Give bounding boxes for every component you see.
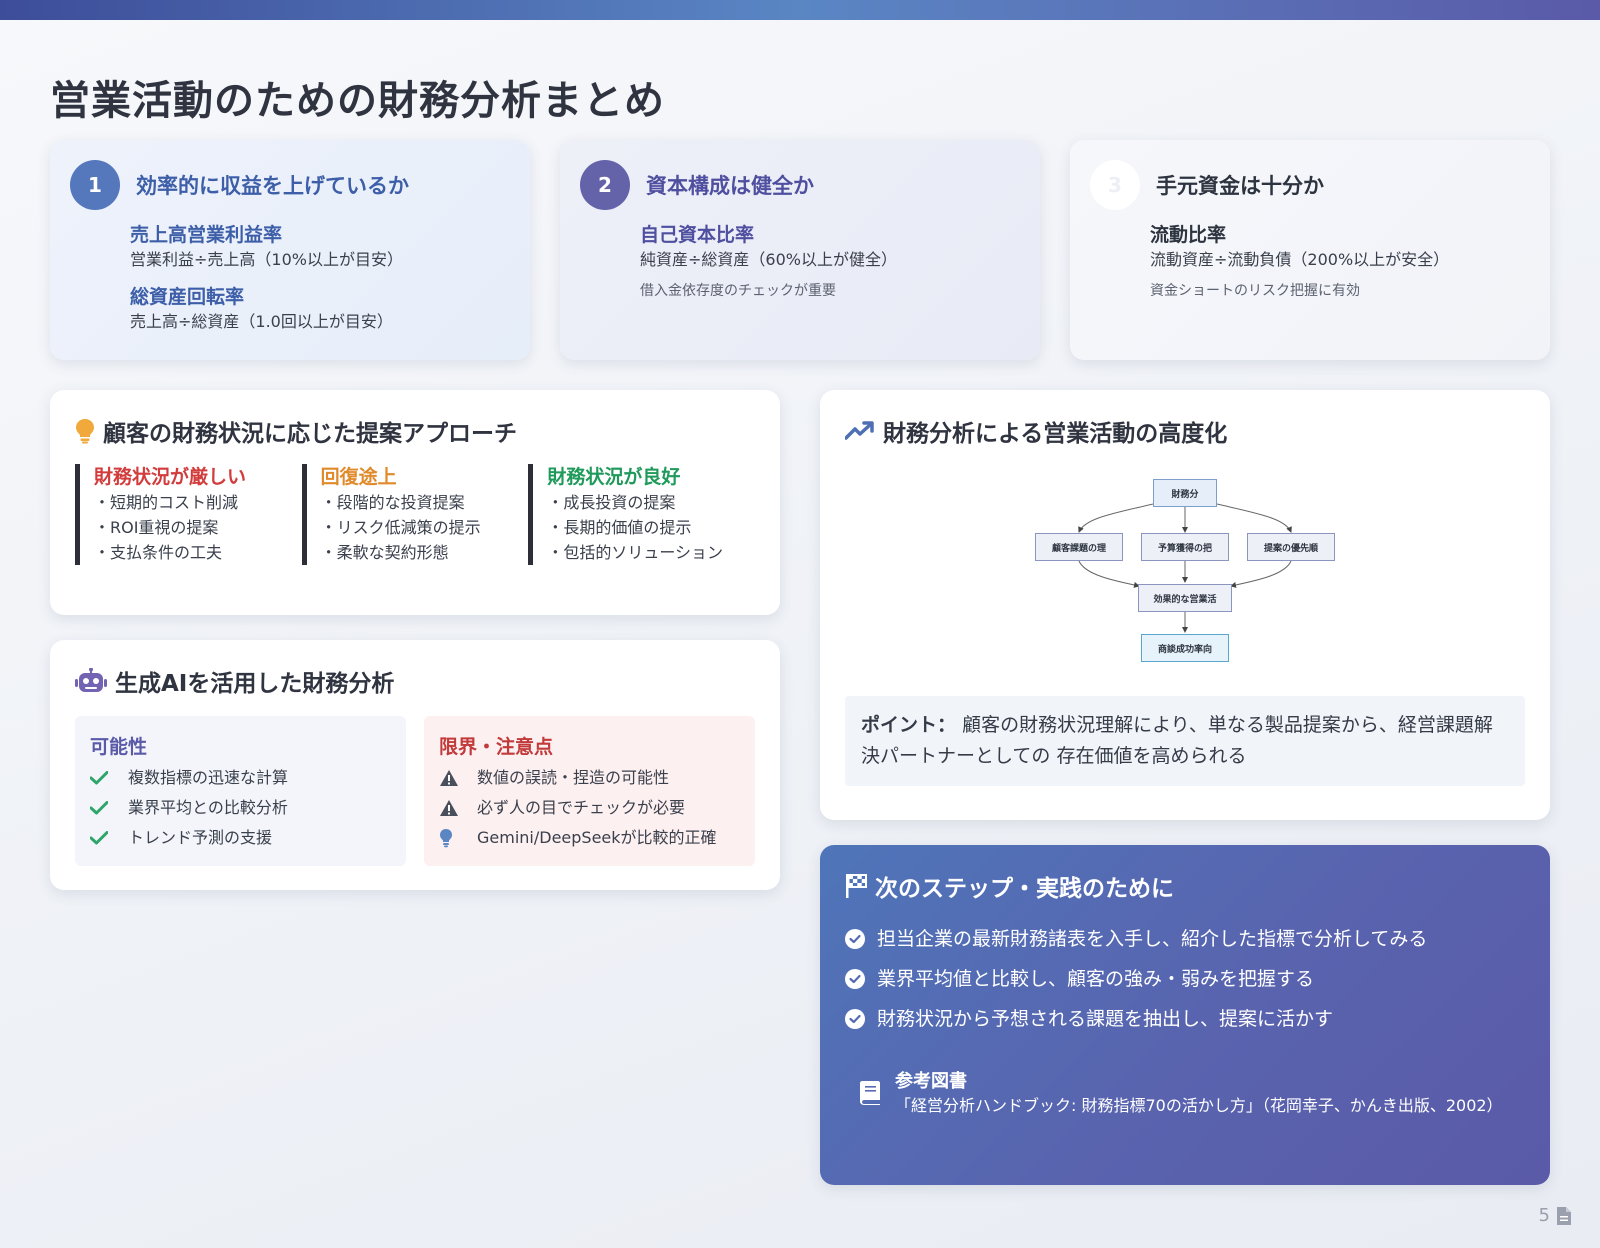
sales-enhancement-card: 財務分析による営業活動の高度化 財務分 顧客課題の理 予算獲得の把 提案の優先順… [820,390,1550,820]
metric-name: 流動比率 [1150,224,1227,246]
step-number-badge: 3 [1090,160,1140,210]
check-icon [90,831,128,845]
list-item: ・リスク低減策の提示 [320,518,481,537]
metric-note: 資金ショートのリスク把握に有効 [1150,283,1360,299]
list-item-label: 業界平均値と比較し、顧客の強み・弱みを把握する [877,968,1315,990]
flow-node-budget: 予算獲得の把 [1141,533,1229,561]
metric-name: 自己資本比率 [640,224,755,246]
metric-formula: 営業利益÷売上高（10%以上が目安） [130,250,403,269]
flow-node-financial-analysis: 財務分 [1153,479,1217,507]
summary-card-profitability: 1 効率的に収益を上げているか 売上高営業利益率 営業利益÷売上高（10%以上が… [50,140,530,360]
page-number: 5 [1539,1205,1572,1226]
book-icon [859,1080,881,1106]
list-item: ・支払条件の工夫 [94,543,223,562]
list-item-label: 数値の誤読・捏造の可能性 [477,768,670,787]
list-item-label: 業界平均との比較分析 [128,798,288,817]
step-number-badge: 2 [580,160,630,210]
check-icon [90,771,128,785]
list-item: ・短期的コスト削減 [94,493,239,512]
list-item: 必ず人の目でチェックが必要 [439,793,740,823]
list-item-label: Gemini/DeepSeekが比較的正確 [477,828,717,847]
list-item: ・ROI重視の提案 [94,518,219,537]
check-icon [90,801,128,815]
ai-possibilities-box: 可能性 複数指標の迅速な計算 業界平均との比較分析 トレンド予測の支援 [75,716,406,866]
generative-ai-card: 生成AIを活用した財務分析 可能性 複数指標の迅速な計算 業界平均との比較分析 … [50,640,780,890]
lightbulb-icon [439,828,477,848]
flag-icon [845,873,867,899]
flow-node-priority: 提案の優先順 [1247,533,1335,561]
summary-card-capital-structure: 2 資本構成は健全か 自己資本比率 純資産÷総資産（60%以上が健全） 借入金依… [560,140,1040,360]
flow-diagram: 財務分 顧客課題の理 予算獲得の把 提案の優先順 効果的な営業活 商談成功率向 [1035,478,1335,668]
warning-icon [439,769,477,787]
list-item: ・成長投資の提案 [547,493,676,512]
list-item: ・柔軟な契約形態 [320,543,449,562]
card-title: 財務分析による営業活動の高度化 [883,421,1228,447]
trend-up-icon [845,421,875,441]
list-item: 財務状況から予想される課題を抽出し、提案に活かす [845,999,1525,1039]
page-title: 営業活動のための財務分析まとめ [50,78,665,124]
list-item: 業界平均値と比較し、顧客の強み・弱みを把握する [845,959,1525,999]
column-title: 財務状況が良好 [547,466,681,488]
list-item: トレンド予測の支援 [90,823,391,853]
flow-node-success-rate: 商談成功率向 [1141,634,1229,662]
list-item: 業界平均との比較分析 [90,793,391,823]
list-item-label: 財務状況から予想される課題を抽出し、提案に活かす [877,1008,1334,1030]
metric-name: 総資産回転率 [130,286,245,308]
proposal-column-healthy: 財務状況が良好 ・成長投資の提案 ・長期的価値の提示 ・包括的ソリューション [528,464,755,565]
robot-icon [75,668,107,694]
metric-formula: 純資産÷総資産（60%以上が健全） [640,250,897,269]
card-title: 次のステップ・実践のために [875,876,1174,902]
list-item: 担当企業の最新財務諸表を入手し、紹介した指標で分析してみる [845,919,1525,959]
list-item: ・長期的価値の提示 [547,518,692,537]
list-item-label: トレンド予測の支援 [128,828,273,847]
point-label: ポイント： [861,714,957,736]
lightbulb-icon [75,418,95,444]
reference-text: 「経営分析ハンドブック: 財務指標70の活かし方」（花岡幸子、かんき出版、200… [895,1096,1503,1115]
warning-icon [439,799,477,817]
proposal-column-difficult: 財務状況が厳しい ・短期的コスト削減 ・ROI重視の提案 ・支払条件の工夫 [75,464,302,565]
card-title: 顧客の財務状況に応じた提案アプローチ [103,421,517,447]
document-icon [1556,1206,1572,1226]
step-number-badge: 1 [70,160,120,210]
ai-limitations-box: 限界・注意点 数値の誤読・捏造の可能性 必ず人の目でチェックが必要 Gemini… [424,716,755,866]
list-item-label: 複数指標の迅速な計算 [128,768,289,787]
check-circle-icon [845,969,865,989]
column-title: 回復途上 [320,466,397,488]
card-title: 生成AIを活用した財務分析 [115,671,395,697]
box-title: 可能性 [90,736,148,758]
flow-node-effective-sales: 効果的な営業活 [1138,584,1232,612]
list-item: ・段階的な投資提案 [320,493,465,512]
top-accent-bar [0,0,1600,20]
summary-title: 効率的に収益を上げているか [136,174,409,198]
check-circle-icon [845,929,865,949]
box-title: 限界・注意点 [439,736,554,758]
summary-title: 手元資金は十分か [1156,174,1324,198]
metric-formula: 流動資産÷流動負債（200%以上が安全） [1150,250,1450,269]
list-item: ・包括的ソリューション [547,543,724,562]
list-item: Gemini/DeepSeekが比較的正確 [439,823,740,853]
point-text: 顧客の財務状況理解により、単なる製品提案から、経営課題解決パートナーとしての 存… [861,714,1493,767]
summary-title: 資本構成は健全か [646,174,814,198]
next-steps-card: 次のステップ・実践のために 担当企業の最新財務諸表を入手し、紹介した指標で分析し… [820,845,1550,1185]
proposal-approach-card: 顧客の財務状況に応じた提案アプローチ 財務状況が厳しい ・短期的コスト削減 ・R… [50,390,780,615]
metric-formula: 売上高÷総資産（1.0回以上が目安） [130,312,393,331]
key-point-box: ポイント： 顧客の財務状況理解により、単なる製品提案から、経営課題解決パートナー… [845,696,1525,786]
list-item-label: 担当企業の最新財務諸表を入手し、紹介した指標で分析してみる [877,928,1428,950]
column-title: 財務状況が厳しい [94,466,247,488]
proposal-column-recovering: 回復途上 ・段階的な投資提案 ・リスク低減策の提示 ・柔軟な契約形態 [301,464,529,565]
metric-note: 借入金依存度のチェックが重要 [640,283,836,299]
page-number-label: 5 [1538,1205,1550,1226]
metric-name: 売上高営業利益率 [130,224,283,246]
list-item-label: 必ず人の目でチェックが必要 [477,798,686,817]
summary-card-liquidity: 3 手元資金は十分か 流動比率 流動資産÷流動負債（200%以上が安全） 資金シ… [1070,140,1550,360]
reference-title: 参考図書 [895,1071,967,1092]
check-circle-icon [845,1009,865,1029]
list-item: 複数指標の迅速な計算 [90,763,391,793]
reference-book: 参考図書 「経営分析ハンドブック: 財務指標70の活かし方」（花岡幸子、かんき出… [859,1067,1525,1118]
list-item: 数値の誤読・捏造の可能性 [439,763,740,793]
flow-node-customer-issues: 顧客課題の理 [1035,533,1123,561]
